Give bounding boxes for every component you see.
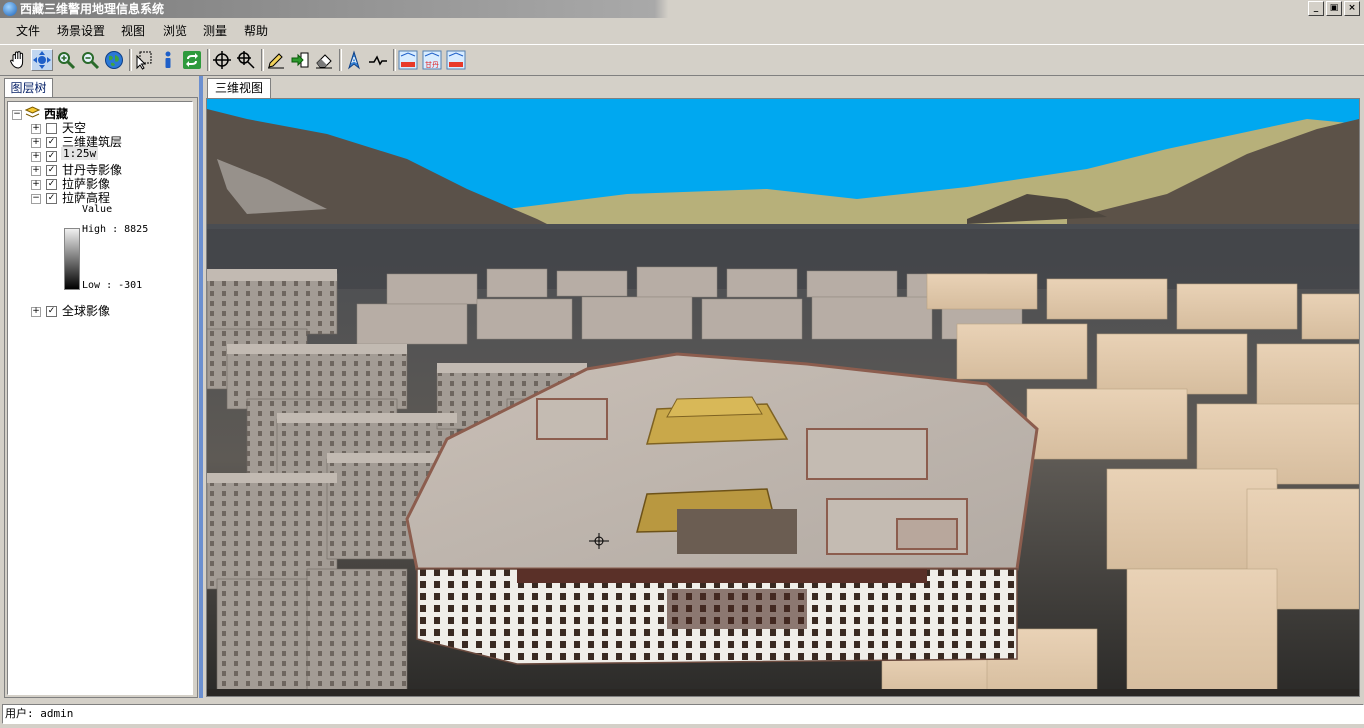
expand-buildings-icon[interactable]: + <box>31 138 41 148</box>
identify-info-icon[interactable] <box>157 49 179 71</box>
legend-high: High : 8825 <box>82 224 149 235</box>
layers-stack-icon <box>25 106 40 118</box>
3d-scene-viewport[interactable] <box>206 98 1360 697</box>
close-button[interactable]: × <box>1344 1 1360 16</box>
status-user: 用户: admin <box>5 707 74 720</box>
title-bar: 西藏三维警用地理信息系统 _ ▣ × <box>0 0 1364 18</box>
zoom-out-icon[interactable] <box>79 49 101 71</box>
eraser-icon[interactable] <box>313 49 335 71</box>
menu-file[interactable]: 文件 <box>14 23 42 39</box>
collapse-lhasa-dem-icon[interactable]: − <box>31 194 41 204</box>
zoom-in-icon[interactable] <box>55 49 77 71</box>
window-title: 西藏三维警用地理信息系统 <box>20 2 165 16</box>
menu-scene-settings[interactable]: 场景设置 <box>55 23 107 39</box>
layer-25w-label[interactable]: 1:25w <box>61 147 99 160</box>
minimize-button[interactable]: _ <box>1308 1 1324 16</box>
menu-bar: 文件 场景设置 视图 浏览 测量 帮助 <box>0 20 1364 42</box>
profile-line-icon[interactable] <box>367 49 389 71</box>
toolbar: A 甘丹 <box>0 44 1364 76</box>
layer-25w-checkbox[interactable]: ✓ <box>46 151 57 162</box>
layer-buildings-checkbox[interactable]: ✓ <box>46 137 57 148</box>
layer-global-image-checkbox[interactable]: ✓ <box>46 306 57 317</box>
status-bar: 用户: admin <box>2 704 1364 724</box>
legend-title: Value <box>82 204 113 215</box>
tab-layer-tree[interactable]: 图层树 <box>4 78 53 98</box>
menu-help[interactable]: 帮助 <box>242 23 270 39</box>
root-collapse-icon[interactable]: − <box>12 110 22 120</box>
layer-panel: − 西藏 + 天空 + ✓ 三维建筑层 + ✓ 1:25w + ✓ 甘丹寺影像 … <box>4 97 198 698</box>
zoom-target-icon[interactable] <box>235 49 257 71</box>
compass-icon[interactable]: A <box>343 49 365 71</box>
expand-25w-icon[interactable]: + <box>31 152 41 162</box>
select-arrow-icon[interactable] <box>133 49 155 71</box>
menu-view[interactable]: 视图 <box>119 23 147 39</box>
expand-global-image-icon[interactable]: + <box>31 307 41 317</box>
layer-tool-3-icon[interactable] <box>445 49 467 71</box>
svg-text:甘丹: 甘丹 <box>425 60 439 69</box>
layer-global-image-label[interactable]: 全球影像 <box>62 302 110 319</box>
export-arrow-icon[interactable] <box>289 49 311 71</box>
edit-pencil-icon[interactable] <box>265 49 287 71</box>
navigate-icon[interactable] <box>31 49 53 71</box>
layer-tool-1-icon[interactable] <box>397 49 419 71</box>
menu-measure[interactable]: 测量 <box>201 23 229 39</box>
refresh-icon[interactable] <box>181 49 203 71</box>
layer-lhasa-dem-checkbox[interactable]: ✓ <box>46 193 57 204</box>
elevation-legend-ramp <box>64 228 80 290</box>
panel-splitter[interactable] <box>199 76 203 698</box>
3d-scene-render[interactable] <box>207 99 1359 696</box>
expand-lhasa-image-icon[interactable]: + <box>31 180 41 190</box>
expand-sky-icon[interactable]: + <box>31 124 41 134</box>
layer-tree: − 西藏 + 天空 + ✓ 三维建筑层 + ✓ 1:25w + ✓ 甘丹寺影像 … <box>7 101 193 695</box>
layer-ganden-checkbox[interactable]: ✓ <box>46 165 57 176</box>
svg-text:A: A <box>351 56 357 65</box>
restore-button[interactable]: ▣ <box>1326 1 1342 16</box>
layer-sky-checkbox[interactable] <box>46 123 57 134</box>
expand-ganden-icon[interactable]: + <box>31 166 41 176</box>
tab-3d-view[interactable]: 三维视图 <box>207 78 271 98</box>
legend-low: Low : -301 <box>82 280 143 291</box>
app-globe-icon <box>3 2 17 16</box>
menu-browse[interactable]: 浏览 <box>161 23 189 39</box>
far-buildings <box>356 266 1023 345</box>
full-extent-globe-icon[interactable] <box>103 49 125 71</box>
center-target-icon[interactable] <box>211 49 233 71</box>
layer-lhasa-image-checkbox[interactable]: ✓ <box>46 179 57 190</box>
pan-hand-icon[interactable] <box>7 49 29 71</box>
layer-tool-2-icon[interactable]: 甘丹 <box>421 49 443 71</box>
